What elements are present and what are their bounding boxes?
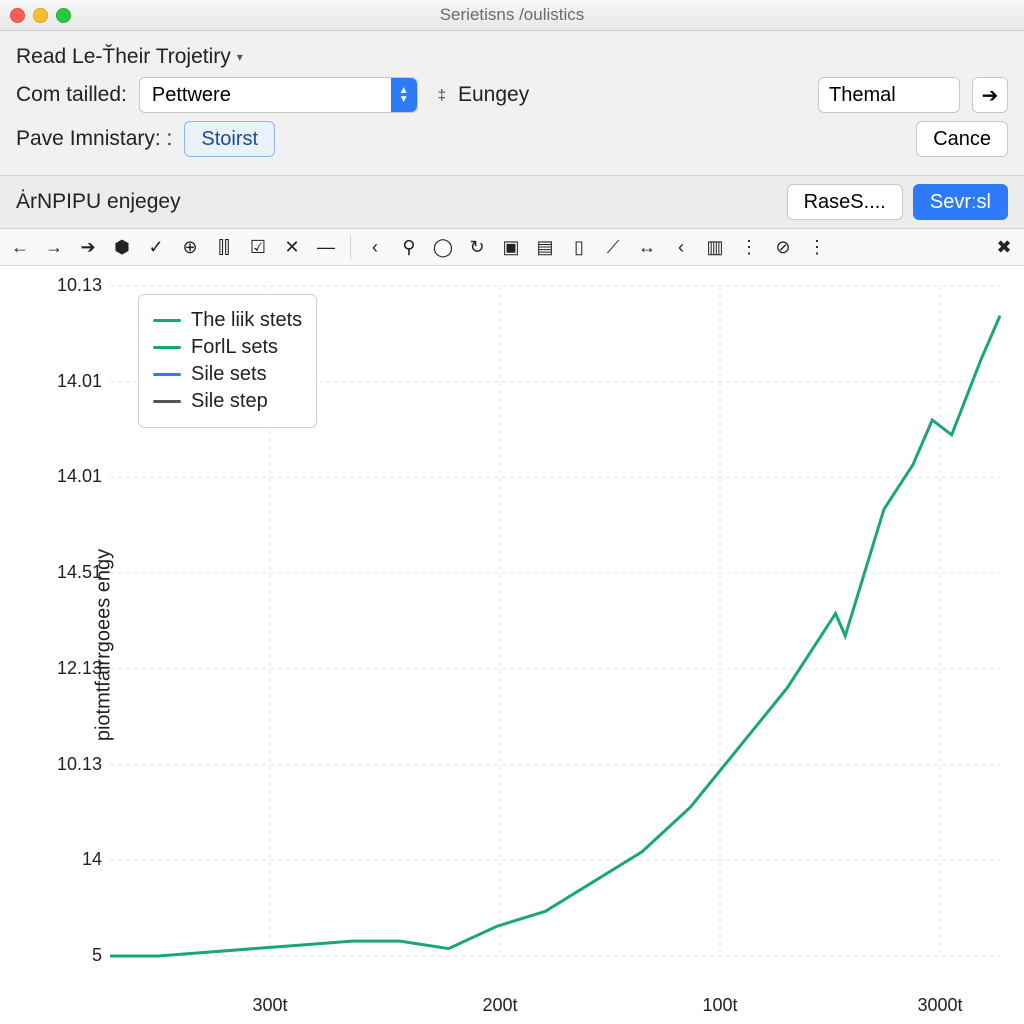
y-tick: 14.01 bbox=[52, 466, 102, 487]
toolbar-icon-3[interactable]: ⬢ bbox=[112, 237, 132, 258]
pave-label: Pave Imnistary: : bbox=[16, 127, 172, 151]
zoom-icon[interactable] bbox=[56, 8, 71, 23]
legend-item: Sile step bbox=[153, 390, 302, 413]
x-tick: 200t bbox=[482, 995, 517, 1016]
toolbar-icon-19[interactable]: ↔ bbox=[637, 237, 657, 258]
legend-label: ForlL sets bbox=[191, 336, 278, 359]
legend-item: The liik stets bbox=[153, 309, 302, 332]
breadcrumb-label: Read Le-Ťheir Trojetiry bbox=[16, 45, 231, 69]
legend-label: The liik stets bbox=[191, 309, 302, 332]
toolbar: ← → ➔ ⬢ ✓ ⊕ ⫿⫿ ☑ ✕ — ‹ ⚲ ◯ ↻ ▣ ▤ ▯ ⟋ ↔ ‹ ▥ ⋮ ⊘ ⋮ ✖ bbox=[0, 229, 1024, 266]
com-tailled-select[interactable]: Pettwere ▲▼ bbox=[139, 77, 418, 113]
legend-item: ForlL sets bbox=[153, 336, 302, 359]
legend: The liik stets ForlL sets Sile sets Sile st… bbox=[138, 294, 317, 428]
toolbar-icon-9[interactable]: — bbox=[316, 237, 336, 258]
legend-swatch-icon bbox=[153, 373, 181, 376]
themal-field[interactable]: Themal bbox=[818, 77, 960, 113]
go-button[interactable]: ➔ bbox=[972, 77, 1008, 113]
com-tailled-label: Com tailled: bbox=[16, 83, 127, 107]
legend-swatch-icon bbox=[153, 319, 181, 322]
toolbar-icon-4[interactable]: ✓ bbox=[146, 237, 166, 258]
toolbar-icon-2[interactable]: ➔ bbox=[78, 237, 98, 258]
toolbar-icon-18[interactable]: ⟋ bbox=[603, 237, 623, 258]
toolbar-icon-22[interactable]: ⋮ bbox=[739, 237, 759, 258]
toolbar-icon-11[interactable]: ‹ bbox=[365, 237, 385, 258]
titlebar: Serietisns /oulistics bbox=[0, 0, 1024, 31]
window-title: Serietisns /oulistics bbox=[0, 5, 1024, 25]
chevron-down-icon: ▾ bbox=[237, 50, 243, 64]
toolbar-icon-7[interactable]: ☑ bbox=[248, 237, 268, 258]
toolbar-icon-21[interactable]: ▥ bbox=[705, 237, 725, 258]
select-stepper-icon[interactable]: ▲▼ bbox=[391, 78, 417, 112]
toolbar-icon-15[interactable]: ▣ bbox=[501, 237, 521, 258]
y-tick: 14.01 bbox=[52, 371, 102, 392]
y-tick: 14.51 bbox=[52, 562, 102, 583]
eungey-label: Eungey bbox=[458, 83, 529, 107]
header-panel: Read Le-Ťheir Trojetiry ▾ Com tailled: P… bbox=[0, 31, 1024, 176]
minimize-icon[interactable] bbox=[33, 8, 48, 23]
toolbar-icon-12[interactable]: ⚲ bbox=[399, 237, 419, 258]
toolbar-icon-8[interactable]: ✕ bbox=[282, 237, 302, 258]
toolbar-icon-24[interactable]: ⋮ bbox=[807, 237, 827, 258]
y-tick: 14 bbox=[52, 849, 102, 870]
x-tick: 100t bbox=[702, 995, 737, 1016]
y-tick: 5 bbox=[52, 945, 102, 966]
legend-label: Sile sets bbox=[191, 363, 267, 386]
toolbar-icon-14[interactable]: ↻ bbox=[467, 237, 487, 258]
close-icon[interactable] bbox=[10, 8, 25, 23]
legend-swatch-icon bbox=[153, 346, 181, 349]
y-tick: 10.13 bbox=[52, 754, 102, 775]
legend-item: Sile sets bbox=[153, 363, 302, 386]
stoirst-button[interactable]: Stoirst bbox=[184, 121, 275, 157]
arrow-right-icon: ➔ bbox=[982, 83, 999, 108]
page-title: ȦrNPIPU enjegey bbox=[16, 190, 181, 214]
eungey-glyph-icon: ‡ bbox=[438, 87, 446, 104]
x-tick: 3000t bbox=[917, 995, 962, 1016]
toolbar-icon-6[interactable]: ⫿⫿ bbox=[214, 237, 234, 258]
toolbar-icon-23[interactable]: ⊘ bbox=[773, 237, 793, 258]
toolbar-icon-17[interactable]: ▯ bbox=[569, 237, 589, 258]
y-tick: 10.13 bbox=[52, 275, 102, 296]
toolbar-icon-20[interactable]: ‹ bbox=[671, 237, 691, 258]
toolbar-icon-13[interactable]: ◯ bbox=[433, 237, 453, 258]
sevrsl-button[interactable]: Sevrːsl bbox=[913, 184, 1008, 220]
legend-swatch-icon bbox=[153, 400, 181, 403]
toolbar-icon-1[interactable]: → bbox=[44, 237, 64, 258]
subheader: ȦrNPIPU enjegey RaseS.... Sevrːsl bbox=[0, 176, 1024, 229]
legend-label: Sile step bbox=[191, 390, 268, 413]
cance-button[interactable]: Cance bbox=[916, 121, 1008, 157]
rase-button[interactable]: RaseS.... bbox=[787, 184, 903, 220]
tool-end-icon[interactable]: ✖ bbox=[994, 237, 1014, 258]
chart-area: piotmtfairrgoees engy The liik stetsForl… bbox=[0, 266, 1024, 1024]
toolbar-icon-5[interactable]: ⊕ bbox=[180, 237, 200, 258]
com-tailled-value: Pettwere bbox=[152, 84, 231, 107]
y-tick: 12.13 bbox=[52, 658, 102, 679]
breadcrumb[interactable]: Read Le-Ťheir Trojetiry ▾ bbox=[16, 45, 243, 69]
toolbar-icon-0[interactable]: ← bbox=[10, 237, 30, 258]
toolbar-icon-16[interactable]: ▤ bbox=[535, 237, 555, 258]
x-tick: 300t bbox=[252, 995, 287, 1016]
